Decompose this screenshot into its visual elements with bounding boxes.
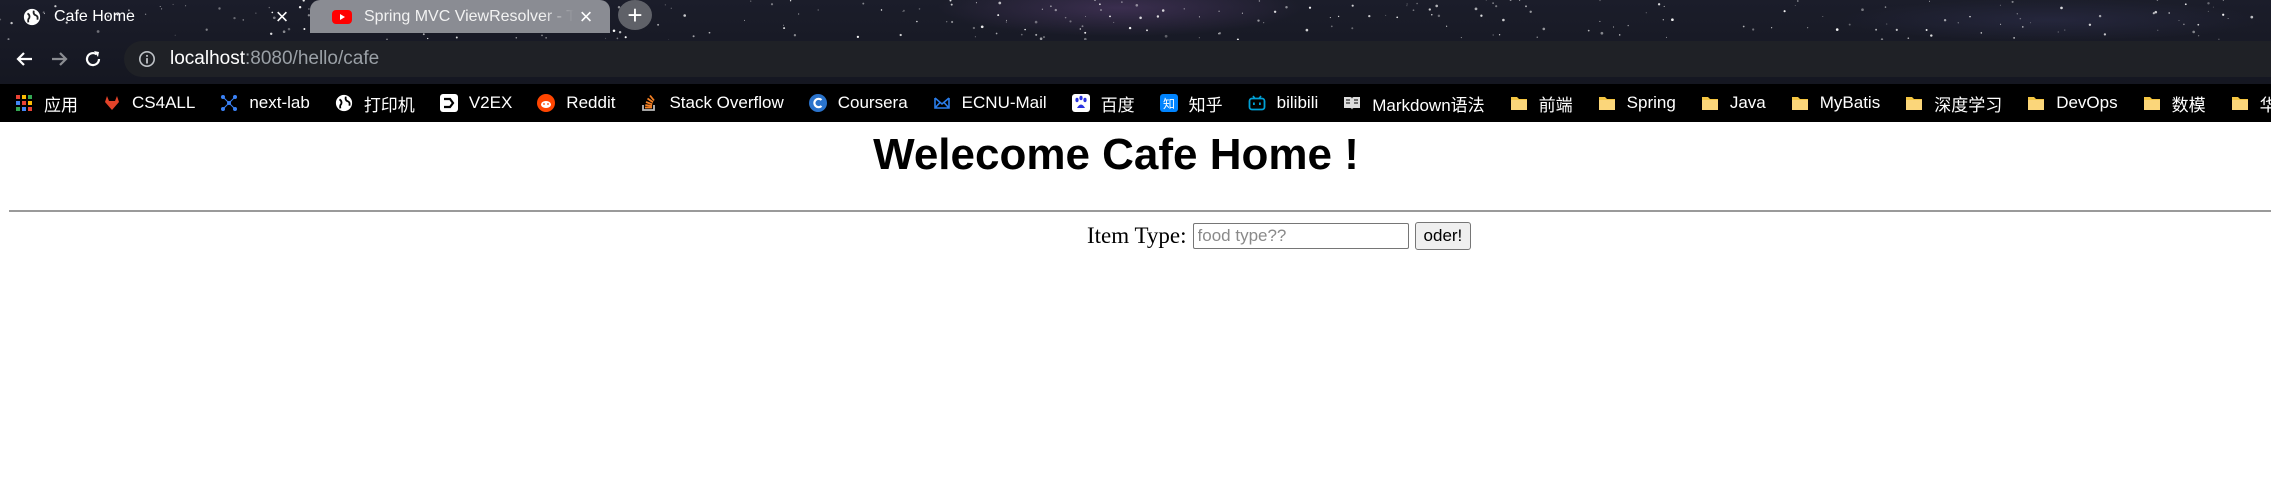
bookmark-item[interactable]: 华为众智	[2230, 86, 2271, 120]
folder-icon	[2142, 93, 2162, 113]
folder-icon	[1597, 93, 1617, 113]
apps-grid-icon	[14, 93, 34, 113]
bookmark-label: V2EX	[468, 93, 513, 112]
bookmark-item[interactable]: CS4ALL	[102, 86, 195, 120]
reload-button[interactable]	[76, 42, 110, 76]
svg-text:知: 知	[1163, 97, 1175, 111]
bookmark-item[interactable]: Markdown语法	[1342, 86, 1485, 120]
bookmark-label: 华为众智	[2259, 95, 2271, 115]
bookmark-label: ECNU-Mail	[961, 93, 1047, 112]
bookmark-item[interactable]: V2EX	[439, 86, 512, 120]
page-title: Welecome Cafe Home !	[873, 130, 1359, 179]
baidu-icon	[1071, 93, 1091, 113]
reddit-icon	[536, 93, 556, 113]
back-button[interactable]	[8, 42, 42, 76]
horizontal-rule	[9, 210, 2271, 212]
v2ex-icon	[439, 93, 459, 113]
tab-title: Cafe Home	[54, 7, 135, 25]
bookmark-item[interactable]: 知知乎	[1159, 86, 1223, 120]
bookmark-label: Stack Overflow	[669, 93, 784, 112]
bookmark-item[interactable]: Coursera	[808, 86, 908, 120]
bookmark-item[interactable]: 深度学习	[1904, 86, 2002, 120]
page-content: Welecome Cafe Home ! Item Type: oder!	[0, 122, 2271, 485]
address-bar[interactable]: localhost:8080/hello/cafe	[124, 41, 2271, 77]
tab-spring-mvc[interactable]: Spring MVC ViewResolver - Te ×	[310, 0, 610, 33]
bookmark-label: 百度	[1100, 95, 1135, 115]
bookmark-label: 应用	[44, 95, 78, 115]
bookmark-item[interactable]: Stack Overflow	[639, 86, 784, 120]
globe-icon	[22, 7, 42, 27]
coursera-icon	[808, 93, 828, 113]
url-host: localhost	[170, 48, 245, 69]
url-path: :8080/hello/cafe	[245, 48, 380, 69]
mail-icon	[932, 93, 952, 113]
bilibili-icon	[1247, 93, 1267, 113]
food-type-input[interactable]	[1192, 223, 1409, 249]
close-icon[interactable]: ×	[574, 4, 598, 29]
bookmark-label: 打印机	[363, 95, 415, 115]
bookmark-label: 深度学习	[1934, 95, 2003, 115]
close-icon[interactable]: ×	[270, 4, 294, 29]
bookmark-label: Java	[1729, 93, 1766, 112]
stackoverflow-icon	[639, 93, 659, 113]
globe-icon	[334, 93, 354, 113]
arrow-left-icon	[16, 52, 32, 66]
bookmark-label: bilibili	[1276, 93, 1319, 112]
bookmark-item[interactable]: next-lab	[219, 86, 310, 120]
reload-icon	[85, 51, 101, 67]
bookmark-item[interactable]: 百度	[1071, 86, 1135, 120]
arrow-right-icon	[52, 52, 68, 66]
zhihu-icon: 知	[1159, 93, 1179, 113]
url-text: localhost:8080/hello/cafe	[170, 48, 379, 70]
bookmark-label: Reddit	[566, 93, 616, 112]
folder-icon	[2230, 93, 2250, 113]
new-tab-button[interactable]: +	[618, 0, 652, 30]
tab-title: Spring MVC ViewResolver - Te	[364, 7, 574, 25]
network-icon	[219, 93, 239, 113]
site-info-icon[interactable]	[136, 48, 158, 70]
bookmark-label: next-lab	[249, 93, 310, 112]
bookmark-item[interactable]: MyBatis	[1790, 86, 1880, 120]
bookmark-item[interactable]: 前端	[1509, 86, 1573, 120]
bookmark-label: Markdown语法	[1372, 95, 1485, 115]
bookmark-label: CS4ALL	[132, 93, 196, 112]
bookmark-item[interactable]: 数模	[2142, 86, 2206, 120]
bookmark-item[interactable]: 打印机	[334, 86, 415, 120]
youtube-icon	[332, 7, 352, 27]
bookmark-item[interactable]: Reddit	[536, 86, 615, 120]
bookmark-item[interactable]: 应用	[14, 86, 78, 120]
bookmark-label: 数模	[2171, 95, 2206, 115]
item-type-label: Item Type:	[1087, 223, 1187, 248]
order-form: Item Type: oder!	[1087, 222, 1472, 250]
folder-icon	[1790, 93, 1810, 113]
bookmark-item[interactable]: Java	[1700, 86, 1766, 120]
bookmark-label: DevOps	[2056, 93, 2118, 112]
browser-toolbar: localhost:8080/hello/cafe	[0, 40, 2271, 78]
bookmark-item[interactable]: Spring	[1597, 86, 1676, 120]
bookmark-label: MyBatis	[1819, 93, 1881, 112]
book-icon	[1342, 93, 1362, 113]
browser-chrome: Cafe Home × Spring MVC ViewResolver - Te…	[0, 0, 2271, 122]
bookmark-label: 知乎	[1188, 95, 1223, 115]
forward-button[interactable]	[42, 42, 76, 76]
order-button[interactable]: oder!	[1414, 222, 1472, 250]
folder-icon	[2026, 93, 2046, 113]
bookmark-label: Coursera	[837, 93, 908, 112]
bookmark-item[interactable]: bilibili	[1247, 86, 1319, 120]
folder-icon	[1509, 93, 1529, 113]
bookmark-item[interactable]: DevOps	[2026, 86, 2118, 120]
bookmark-label: Spring	[1626, 93, 1676, 112]
folder-icon	[1700, 93, 1720, 113]
bookmarks-bar: 应用 CS4ALL next-lab 打印机 V2EX Reddit Stack Overf…	[0, 84, 2271, 122]
folder-icon	[1904, 93, 1924, 113]
tab-strip: Cafe Home × Spring MVC ViewResolver - Te…	[0, 0, 2271, 33]
gitlab-icon	[102, 93, 122, 113]
bookmark-label: 前端	[1538, 95, 1573, 115]
tab-cafe-home[interactable]: Cafe Home ×	[0, 0, 306, 33]
bookmark-item[interactable]: ECNU-Mail	[932, 86, 1047, 120]
